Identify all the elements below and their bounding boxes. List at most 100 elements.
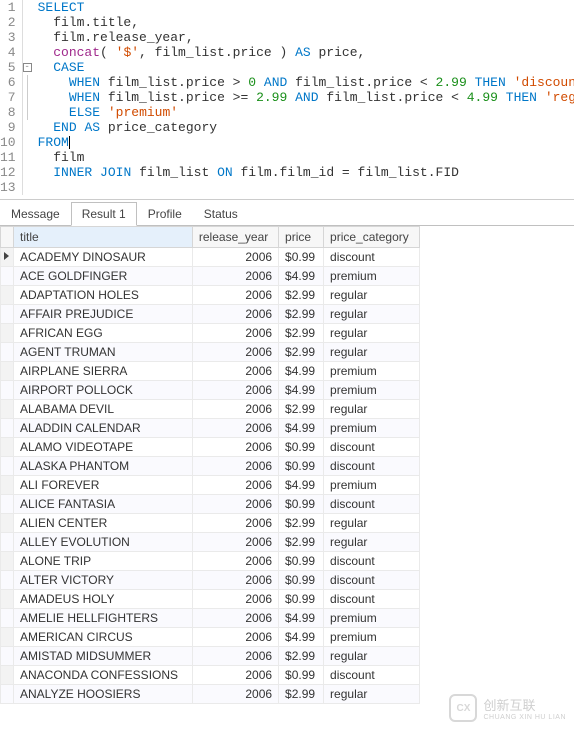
cell-price[interactable]: $4.99 xyxy=(279,267,324,286)
tab-message[interactable]: Message xyxy=(0,202,71,225)
cell-price[interactable]: $0.99 xyxy=(279,571,324,590)
table-row[interactable]: ALADDIN CALENDAR2006$4.99premium xyxy=(1,419,420,438)
cell-title[interactable]: ACE GOLDFINGER xyxy=(14,267,193,286)
cell-price[interactable]: $2.99 xyxy=(279,514,324,533)
cell-title[interactable]: ALICE FANTASIA xyxy=(14,495,193,514)
row-header[interactable] xyxy=(1,457,14,476)
cell-title[interactable]: AMISTAD MIDSUMMER xyxy=(14,647,193,666)
cell-price-category[interactable]: premium xyxy=(324,419,420,438)
table-row[interactable]: AMELIE HELLFIGHTERS2006$4.99premium xyxy=(1,609,420,628)
cell-price[interactable]: $4.99 xyxy=(279,609,324,628)
row-header[interactable] xyxy=(1,267,14,286)
table-row[interactable]: AMADEUS HOLY2006$0.99discount xyxy=(1,590,420,609)
code-line[interactable] xyxy=(38,180,574,195)
cell-price-category[interactable]: premium xyxy=(324,267,420,286)
cell-price-category[interactable]: discount xyxy=(324,457,420,476)
code-line[interactable]: CASE xyxy=(38,60,574,75)
col-price[interactable]: price xyxy=(279,227,324,248)
table-row[interactable]: ALAMO VIDEOTAPE2006$0.99discount xyxy=(1,438,420,457)
row-header[interactable] xyxy=(1,305,14,324)
row-header[interactable] xyxy=(1,609,14,628)
cell-title[interactable]: ALASKA PHANTOM xyxy=(14,457,193,476)
code-line[interactable]: WHEN film_list.price >= 2.99 AND film_li… xyxy=(38,90,574,105)
row-header[interactable] xyxy=(1,533,14,552)
cell-price[interactable]: $4.99 xyxy=(279,628,324,647)
cell-price-category[interactable]: discount xyxy=(324,552,420,571)
table-row[interactable]: ANALYZE HOOSIERS2006$2.99regular xyxy=(1,685,420,704)
cell-release-year[interactable]: 2006 xyxy=(192,362,278,381)
cell-release-year[interactable]: 2006 xyxy=(192,438,278,457)
cell-price[interactable]: $2.99 xyxy=(279,324,324,343)
cell-release-year[interactable]: 2006 xyxy=(192,533,278,552)
cell-release-year[interactable]: 2006 xyxy=(192,419,278,438)
cell-price[interactable]: $4.99 xyxy=(279,381,324,400)
col-release-year[interactable]: release_year xyxy=(192,227,278,248)
table-row[interactable]: AMISTAD MIDSUMMER2006$2.99regular xyxy=(1,647,420,666)
row-header[interactable] xyxy=(1,419,14,438)
cell-title[interactable]: ACADEMY DINOSAUR xyxy=(14,248,193,267)
cell-release-year[interactable]: 2006 xyxy=(192,400,278,419)
cell-price-category[interactable]: discount xyxy=(324,438,420,457)
cell-price[interactable]: $0.99 xyxy=(279,495,324,514)
cell-price-category[interactable]: regular xyxy=(324,533,420,552)
cell-price[interactable]: $2.99 xyxy=(279,400,324,419)
table-row[interactable]: ALI FOREVER2006$4.99premium xyxy=(1,476,420,495)
cell-title[interactable]: ALONE TRIP xyxy=(14,552,193,571)
cell-title[interactable]: ALI FOREVER xyxy=(14,476,193,495)
cell-release-year[interactable]: 2006 xyxy=(192,343,278,362)
cell-price[interactable]: $2.99 xyxy=(279,685,324,704)
table-row[interactable]: ALONE TRIP2006$0.99discount xyxy=(1,552,420,571)
cell-price-category[interactable]: premium xyxy=(324,476,420,495)
cell-price-category[interactable]: regular xyxy=(324,305,420,324)
code-line[interactable]: film.release_year, xyxy=(38,30,574,45)
cell-title[interactable]: AIRPORT POLLOCK xyxy=(14,381,193,400)
cell-release-year[interactable]: 2006 xyxy=(192,571,278,590)
table-row[interactable]: ALIEN CENTER2006$2.99regular xyxy=(1,514,420,533)
cell-price[interactable]: $0.99 xyxy=(279,457,324,476)
table-row[interactable]: ADAPTATION HOLES2006$2.99regular xyxy=(1,286,420,305)
cell-price[interactable]: $0.99 xyxy=(279,666,324,685)
cell-price[interactable]: $2.99 xyxy=(279,305,324,324)
cell-release-year[interactable]: 2006 xyxy=(192,457,278,476)
cell-price[interactable]: $4.99 xyxy=(279,362,324,381)
cell-price[interactable]: $0.99 xyxy=(279,438,324,457)
cell-price-category[interactable]: premium xyxy=(324,381,420,400)
code-lines[interactable]: SELECT film.title, film.release_year, co… xyxy=(32,0,574,195)
code-line[interactable]: WHEN film_list.price > 0 AND film_list.p… xyxy=(38,75,574,90)
row-header[interactable] xyxy=(1,324,14,343)
cell-title[interactable]: ALLEY EVOLUTION xyxy=(14,533,193,552)
row-header[interactable] xyxy=(1,685,14,704)
tab-result1[interactable]: Result 1 xyxy=(71,202,137,226)
code-line[interactable]: SELECT xyxy=(38,0,574,15)
cell-release-year[interactable]: 2006 xyxy=(192,248,278,267)
cell-price-category[interactable]: regular xyxy=(324,286,420,305)
cell-price[interactable]: $2.99 xyxy=(279,286,324,305)
cell-release-year[interactable]: 2006 xyxy=(192,514,278,533)
cell-release-year[interactable]: 2006 xyxy=(192,628,278,647)
row-header[interactable] xyxy=(1,400,14,419)
table-row[interactable]: AGENT TRUMAN2006$2.99regular xyxy=(1,343,420,362)
cell-title[interactable]: AMADEUS HOLY xyxy=(14,590,193,609)
cell-price-category[interactable]: regular xyxy=(324,324,420,343)
cell-price-category[interactable]: regular xyxy=(324,685,420,704)
row-header[interactable] xyxy=(1,647,14,666)
cell-title[interactable]: AMERICAN CIRCUS xyxy=(14,628,193,647)
code-line[interactable]: ELSE 'premium' xyxy=(38,105,574,120)
cell-price-category[interactable]: discount xyxy=(324,495,420,514)
cell-title[interactable]: ANACONDA CONFESSIONS xyxy=(14,666,193,685)
table-row[interactable]: AIRPORT POLLOCK2006$4.99premium xyxy=(1,381,420,400)
row-header[interactable] xyxy=(1,476,14,495)
cell-price-category[interactable]: regular xyxy=(324,514,420,533)
table-row[interactable]: ALLEY EVOLUTION2006$2.99regular xyxy=(1,533,420,552)
code-line[interactable]: film xyxy=(38,150,574,165)
result-grid[interactable]: title release_year price price_category … xyxy=(0,226,420,704)
cell-release-year[interactable]: 2006 xyxy=(192,590,278,609)
table-row[interactable]: AFFAIR PREJUDICE2006$2.99regular xyxy=(1,305,420,324)
cell-price-category[interactable]: regular xyxy=(324,400,420,419)
cell-release-year[interactable]: 2006 xyxy=(192,305,278,324)
cell-release-year[interactable]: 2006 xyxy=(192,324,278,343)
cell-price[interactable]: $2.99 xyxy=(279,533,324,552)
table-row[interactable]: AIRPLANE SIERRA2006$4.99premium xyxy=(1,362,420,381)
code-line[interactable]: INNER JOIN film_list ON film.film_id = f… xyxy=(38,165,574,180)
row-header[interactable] xyxy=(1,666,14,685)
